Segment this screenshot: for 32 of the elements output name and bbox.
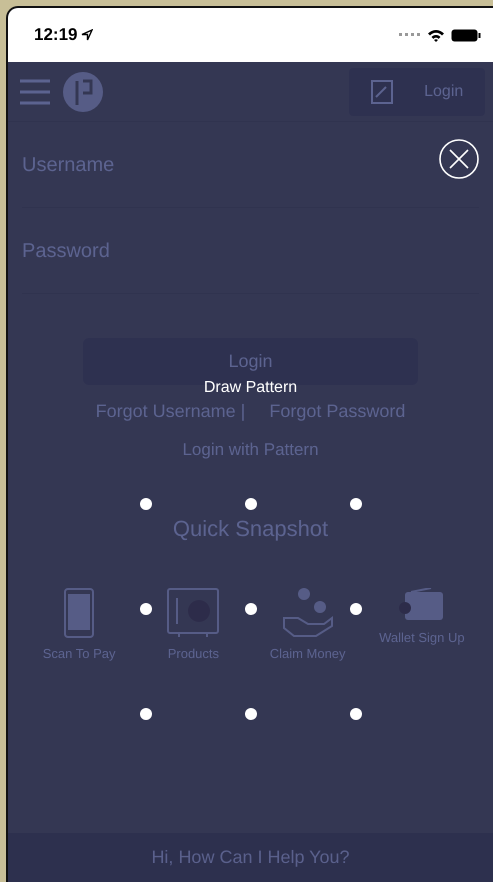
username-field[interactable]: Username	[22, 122, 479, 208]
hand-coins-icon	[282, 588, 334, 638]
pattern-dot[interactable]	[350, 708, 362, 720]
snapshot-label[interactable]: Scan To Pay	[42, 646, 116, 661]
safe-icon	[167, 588, 220, 638]
snapshot-label[interactable]: Wallet Sign Up	[379, 630, 465, 645]
logo-icon	[62, 70, 104, 112]
wallet-icon	[398, 588, 445, 622]
pattern-dot[interactable]	[350, 603, 362, 615]
close-icon[interactable]	[439, 139, 479, 179]
signal-icon	[399, 33, 421, 37]
pattern-dot[interactable]	[140, 498, 152, 510]
status-time: 12:19	[34, 25, 78, 45]
pattern-dot[interactable]	[244, 603, 256, 615]
pattern-dot[interactable]	[244, 708, 256, 720]
forgot-password-link[interactable]: Forgot Password	[269, 401, 406, 422]
section-title: Quick Snapshot	[172, 516, 328, 542]
login-with-pattern-link[interactable]: Login with Pattern	[182, 440, 319, 460]
wifi-icon	[427, 28, 445, 42]
snapshot-label[interactable]: Claim Money	[270, 646, 346, 661]
battery-icon	[451, 28, 481, 42]
chat-bar[interactable]: Hi, How Can I Help You?	[8, 833, 493, 882]
snapshot-label[interactable]: Products	[168, 646, 220, 661]
pattern-dot[interactable]	[140, 603, 152, 615]
pattern-dot[interactable]	[244, 498, 256, 510]
header-login-button[interactable]: Login	[349, 68, 485, 116]
forgot-username-link[interactable]: Forgot Username |	[96, 401, 246, 422]
phone-icon	[64, 588, 94, 638]
password-field[interactable]: Password	[22, 208, 479, 294]
pattern-dot[interactable]	[350, 498, 362, 510]
location-arrow-icon	[81, 29, 94, 41]
pattern-dot[interactable]	[140, 708, 152, 720]
